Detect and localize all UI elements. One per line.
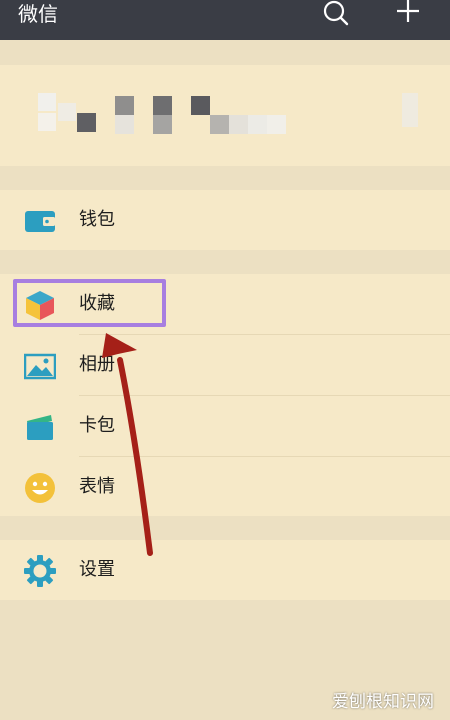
mosaic-block xyxy=(402,93,418,127)
wallet-icon xyxy=(25,211,55,232)
app-title: 微信 xyxy=(18,2,58,26)
mosaic-block xyxy=(38,113,56,131)
gear-icon xyxy=(24,555,56,587)
menu-item-label: 表情 xyxy=(79,476,115,497)
menu-item-card-wallet[interactable]: 卡包 xyxy=(0,396,450,456)
smiley-icon xyxy=(25,473,55,503)
mosaic-block xyxy=(38,93,56,111)
mosaic-block xyxy=(77,113,96,132)
mosaic-block xyxy=(58,103,76,121)
menu-item-label: 卡包 xyxy=(79,415,115,436)
wallet-section: 钱包 xyxy=(0,190,450,250)
watermark: 爱刨根知识网 xyxy=(332,692,434,712)
top-bar: 微信 xyxy=(0,0,450,40)
profile-card[interactable] xyxy=(0,65,450,166)
menu-item-settings[interactable]: 设置 xyxy=(0,540,450,600)
plus-icon[interactable] xyxy=(394,0,422,28)
highlight-box xyxy=(13,279,166,327)
menu-item-label: 相册 xyxy=(79,354,115,375)
menu-item-label: 钱包 xyxy=(79,209,115,230)
settings-section: 设置 xyxy=(0,540,450,600)
mosaic-block xyxy=(210,115,229,134)
menu-item-label: 设置 xyxy=(79,559,115,580)
search-icon[interactable] xyxy=(320,0,350,30)
mosaic-block xyxy=(248,115,267,134)
card-icon xyxy=(27,415,53,440)
mosaic-block xyxy=(191,96,210,115)
mosaic-block xyxy=(267,115,286,134)
image-icon xyxy=(24,353,56,380)
mosaic-block xyxy=(153,115,172,134)
menu-item-wallet[interactable]: 钱包 xyxy=(0,190,450,250)
mosaic-block xyxy=(153,96,172,115)
menu-item-stickers[interactable]: 表情 xyxy=(0,457,450,517)
mosaic-block xyxy=(229,115,248,134)
mosaic-block xyxy=(115,96,134,115)
menu-item-album[interactable]: 相册 xyxy=(0,335,450,395)
mosaic-block xyxy=(115,115,134,134)
